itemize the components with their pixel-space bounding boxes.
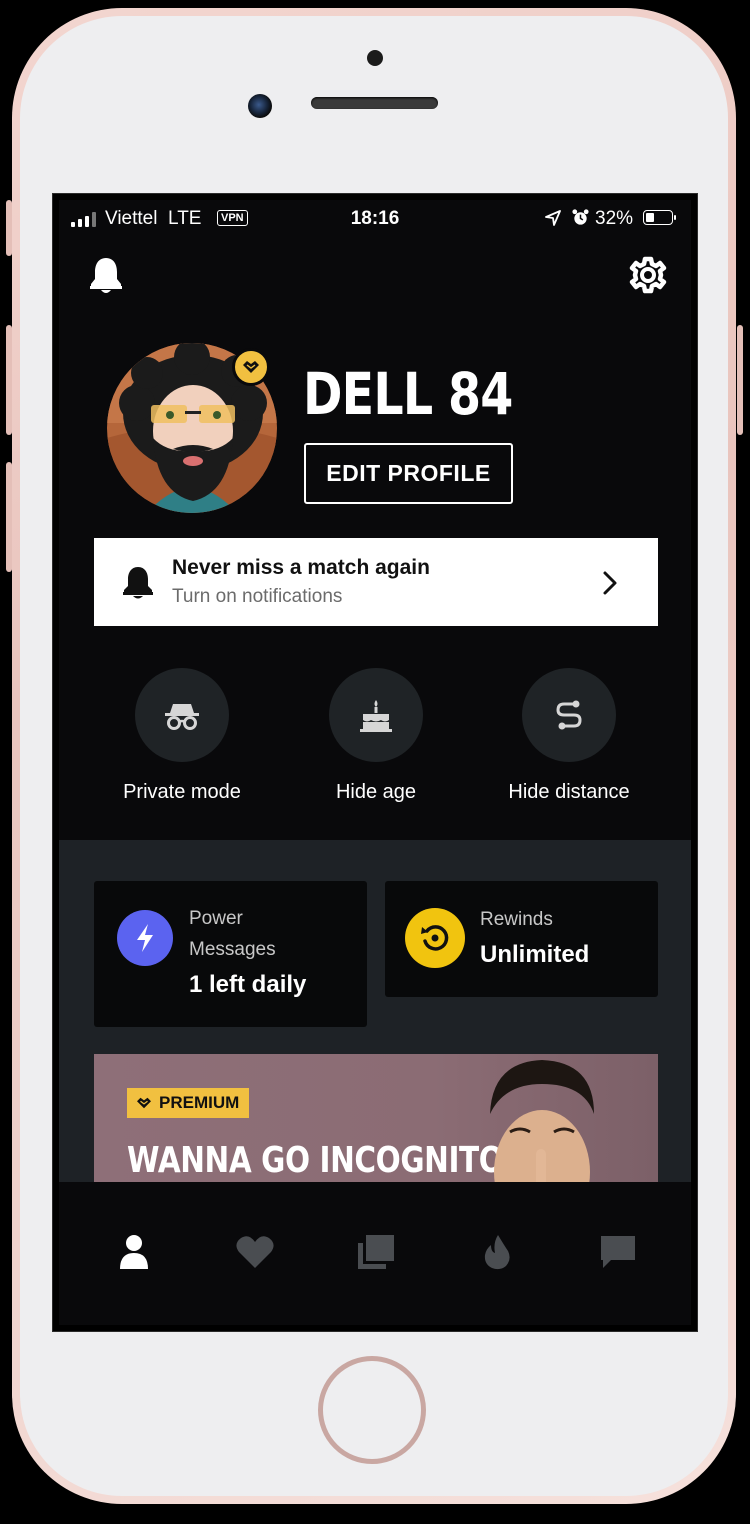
mute-switch: [6, 200, 12, 256]
hide-age-toggle[interactable]: Hide age: [301, 668, 451, 804]
volume-down-button: [6, 462, 12, 572]
screen: Viettel LTE VPN 18:16 32% DELL 84 EDIT P…: [52, 193, 698, 1332]
edit-profile-button[interactable]: EDIT PROFILE: [304, 443, 513, 504]
volume-up-button: [6, 325, 12, 435]
tab-likes[interactable]: [225, 1222, 285, 1282]
premium-tag-label: PREMIUM: [159, 1093, 240, 1112]
cards-icon: [358, 1235, 394, 1269]
tab-discover[interactable]: [467, 1222, 527, 1282]
incognito-icon: [135, 668, 229, 762]
premium-tag: PREMIUM: [127, 1088, 250, 1118]
toggle-label: Private mode: [123, 781, 241, 803]
status-bar: Viettel LTE VPN 18:16 32%: [59, 200, 691, 236]
battery-percentage: 32%: [595, 208, 634, 229]
toggle-label: Hide age: [335, 781, 417, 803]
premium-diamond-icon: [137, 1097, 151, 1109]
notification-banner[interactable]: Never miss a match again Turn on notific…: [94, 538, 658, 626]
tab-messages[interactable]: [588, 1222, 648, 1282]
tab-bar: [59, 1182, 691, 1325]
tab-profile[interactable]: [104, 1222, 164, 1282]
bell-icon: [123, 567, 153, 599]
power-messages-card[interactable]: Power Messages 1 left daily: [94, 881, 367, 1027]
heart-icon: [236, 1236, 274, 1268]
rewinds-card[interactable]: Rewinds Unlimited: [385, 881, 658, 997]
card-value: 1 left daily: [189, 971, 307, 998]
hide-distance-toggle[interactable]: Hide distance: [494, 668, 644, 804]
notification-subtitle: Turn on notifications: [172, 586, 343, 607]
notification-title: Never miss a match again: [172, 556, 430, 579]
chevron-right-icon: [603, 571, 617, 595]
gear-icon[interactable]: [629, 256, 667, 294]
chat-icon: [601, 1236, 635, 1268]
private-mode-toggle[interactable]: Private mode: [107, 668, 257, 804]
power-button: [737, 325, 743, 435]
rewind-icon: [405, 908, 465, 968]
lightning-icon: [117, 910, 173, 966]
promo-person-image: [490, 1060, 594, 1200]
route-icon: [522, 668, 616, 762]
promo-title: WANNA GO INCOGNITO?: [127, 1140, 521, 1181]
person-icon: [120, 1235, 148, 1269]
premium-diamond-icon: [232, 348, 270, 386]
tab-explore[interactable]: [346, 1222, 406, 1282]
card-value: Unlimited: [480, 941, 590, 968]
alarm-icon: [572, 209, 589, 225]
front-camera: [248, 94, 272, 118]
location-arrow-icon: [545, 210, 561, 226]
toggle-label: Hide distance: [508, 781, 630, 803]
profile-name: DELL 84: [303, 360, 513, 428]
earpiece-speaker: [311, 97, 438, 109]
flame-icon: [484, 1235, 510, 1270]
app-content: Viettel LTE VPN 18:16 32% DELL 84 EDIT P…: [59, 200, 691, 1325]
bell-icon[interactable]: [87, 255, 125, 295]
card-label: Messages: [189, 939, 276, 960]
home-button[interactable]: [318, 1356, 426, 1464]
card-label: Rewinds: [480, 909, 553, 930]
cake-icon: [329, 668, 423, 762]
proximity-sensor: [367, 50, 383, 66]
premium-promo-banner[interactable]: PREMIUM WANNA GO INCOGNITO?: [94, 1054, 658, 1200]
card-label: Power: [189, 908, 243, 929]
battery-icon: [643, 210, 676, 225]
